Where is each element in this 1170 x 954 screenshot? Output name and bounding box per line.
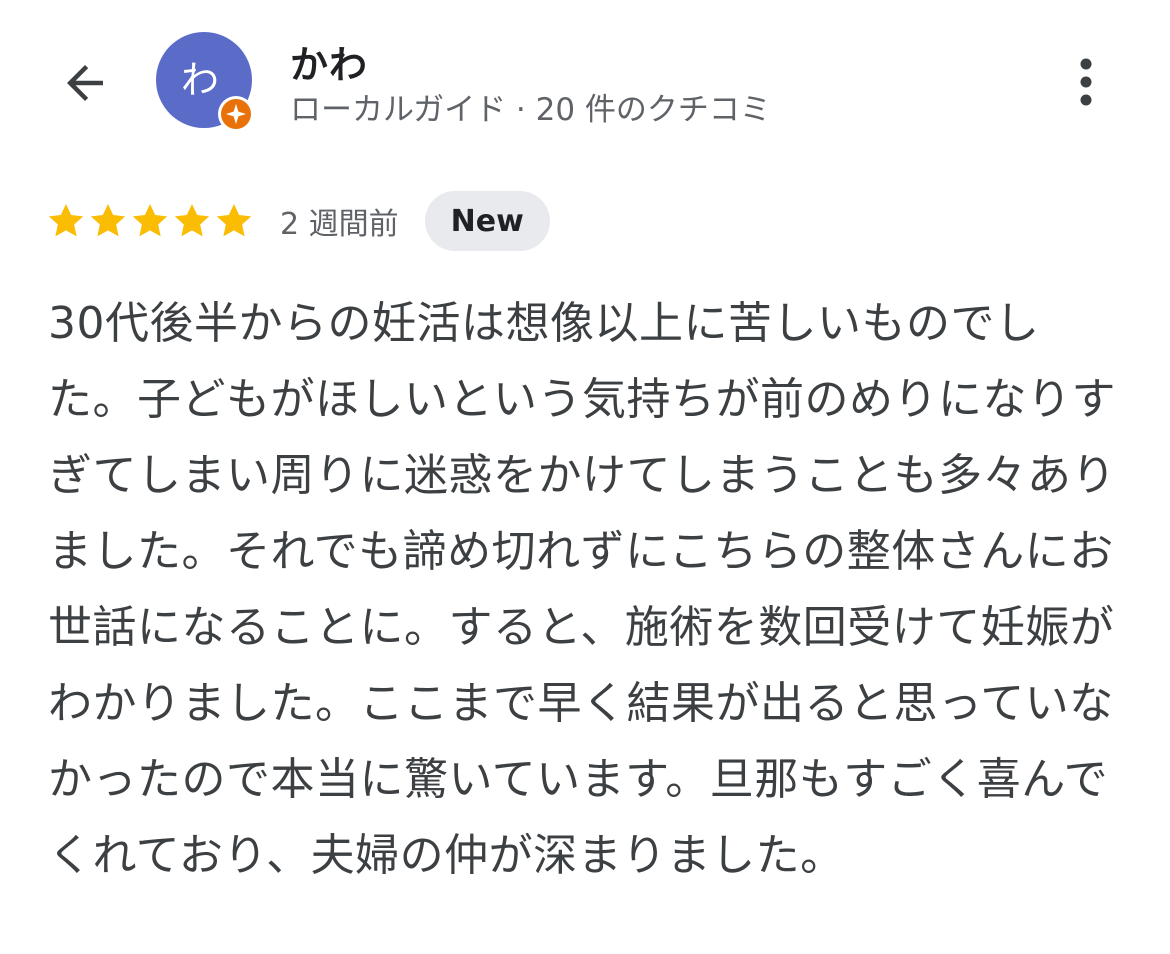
arrow-back-icon [67, 65, 103, 101]
star-icon [132, 204, 168, 237]
star-icon [90, 204, 126, 237]
star-rating [46, 201, 254, 241]
local-guide-badge [218, 96, 254, 132]
user-name[interactable]: かわ [290, 34, 368, 89]
review-text: 30代後半からの妊活は想像以上に苦しいものでした。子どもがほしいという気持ちが前… [48, 298, 1116, 881]
more-options-button[interactable] [1060, 50, 1112, 114]
back-button[interactable] [50, 48, 120, 118]
star-icon [174, 204, 210, 237]
more-vert-icon [1080, 58, 1092, 106]
review-time: 2 週間前 [280, 207, 399, 242]
review-detail-page: わ かわ ローカルガイド · 20 件のクチコミ 2 週間前 New 30代後半… [0, 0, 1170, 954]
new-badge: New [424, 191, 550, 251]
avatar-initial: わ [180, 57, 219, 102]
user-meta: ローカルガイド · 20 件のクチコミ [290, 92, 771, 128]
local-guide-badge-icon [221, 99, 251, 129]
rating-row: 2 週間前 New [46, 190, 550, 252]
star-icon [216, 204, 252, 237]
star-icon [48, 204, 84, 237]
avatar[interactable]: わ [156, 32, 254, 132]
